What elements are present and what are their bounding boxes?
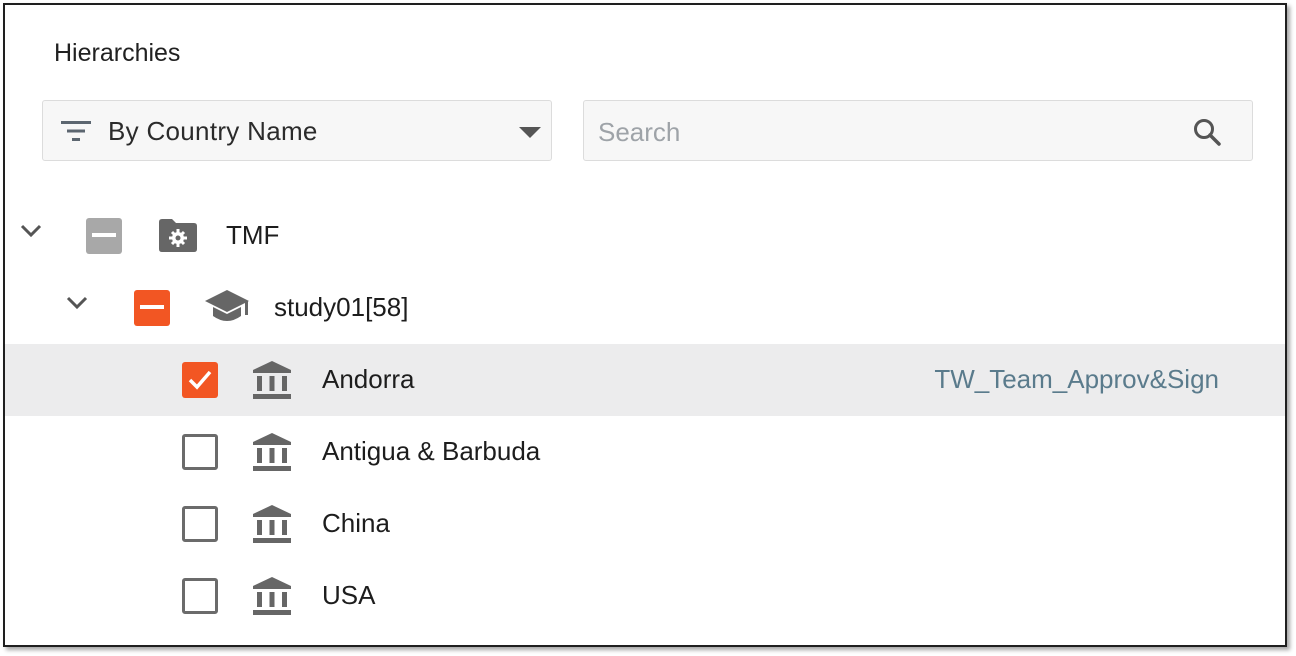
country-checkbox[interactable] — [182, 434, 218, 470]
institution-icon — [252, 504, 292, 549]
caret-down-icon — [519, 126, 541, 144]
chevron-down-icon[interactable] — [66, 296, 88, 315]
tree-node-label: China — [322, 508, 390, 538]
workflow-tag: TW_Team_Approv&Sign — [934, 364, 1219, 394]
chevron-down-icon[interactable] — [20, 224, 42, 243]
tree-node-label: USA — [322, 580, 376, 610]
search-input[interactable] — [596, 111, 1160, 153]
graduation-cap-icon — [203, 288, 251, 331]
institution-icon — [252, 576, 292, 621]
tree-node-label: TMF — [226, 220, 280, 250]
search-icon[interactable] — [1192, 117, 1222, 152]
settings-folder-icon — [157, 216, 199, 259]
filter-icon — [61, 120, 91, 147]
tree-node-label: study01[58] — [274, 292, 409, 322]
tree-node-country[interactable]: Andorra TW_Team_Approv&Sign — [5, 344, 1285, 416]
filter-selected-label: By Country Name — [108, 116, 318, 146]
tree-node-country[interactable]: Antigua & Barbuda — [5, 416, 1285, 488]
country-checkbox[interactable] — [182, 506, 218, 542]
tree-node-study[interactable]: study01[58] — [5, 272, 1285, 344]
institution-icon — [252, 360, 292, 405]
tree-node-label: Antigua & Barbuda — [322, 436, 541, 466]
checkmark-icon — [188, 370, 212, 390]
tree-node-label: Andorra — [322, 364, 415, 394]
tree-node-country[interactable]: China — [5, 488, 1285, 560]
country-checkbox[interactable] — [182, 362, 218, 398]
indeterminate-mark — [92, 233, 116, 237]
tmf-checkbox[interactable] — [86, 218, 122, 254]
study-checkbox[interactable] — [134, 290, 170, 326]
search-box — [583, 100, 1253, 161]
indeterminate-mark — [140, 305, 164, 309]
tree-node-country[interactable]: USA — [5, 560, 1285, 632]
country-checkbox[interactable] — [182, 578, 218, 614]
institution-icon — [252, 432, 292, 477]
hierarchies-panel: Hierarchies By Country Name Search TMF s… — [3, 3, 1287, 647]
tree-node-tmf[interactable]: TMF — [5, 200, 1285, 272]
hierarchy-filter-dropdown[interactable]: By Country Name — [42, 100, 552, 161]
panel-title: Hierarchies — [54, 39, 181, 67]
